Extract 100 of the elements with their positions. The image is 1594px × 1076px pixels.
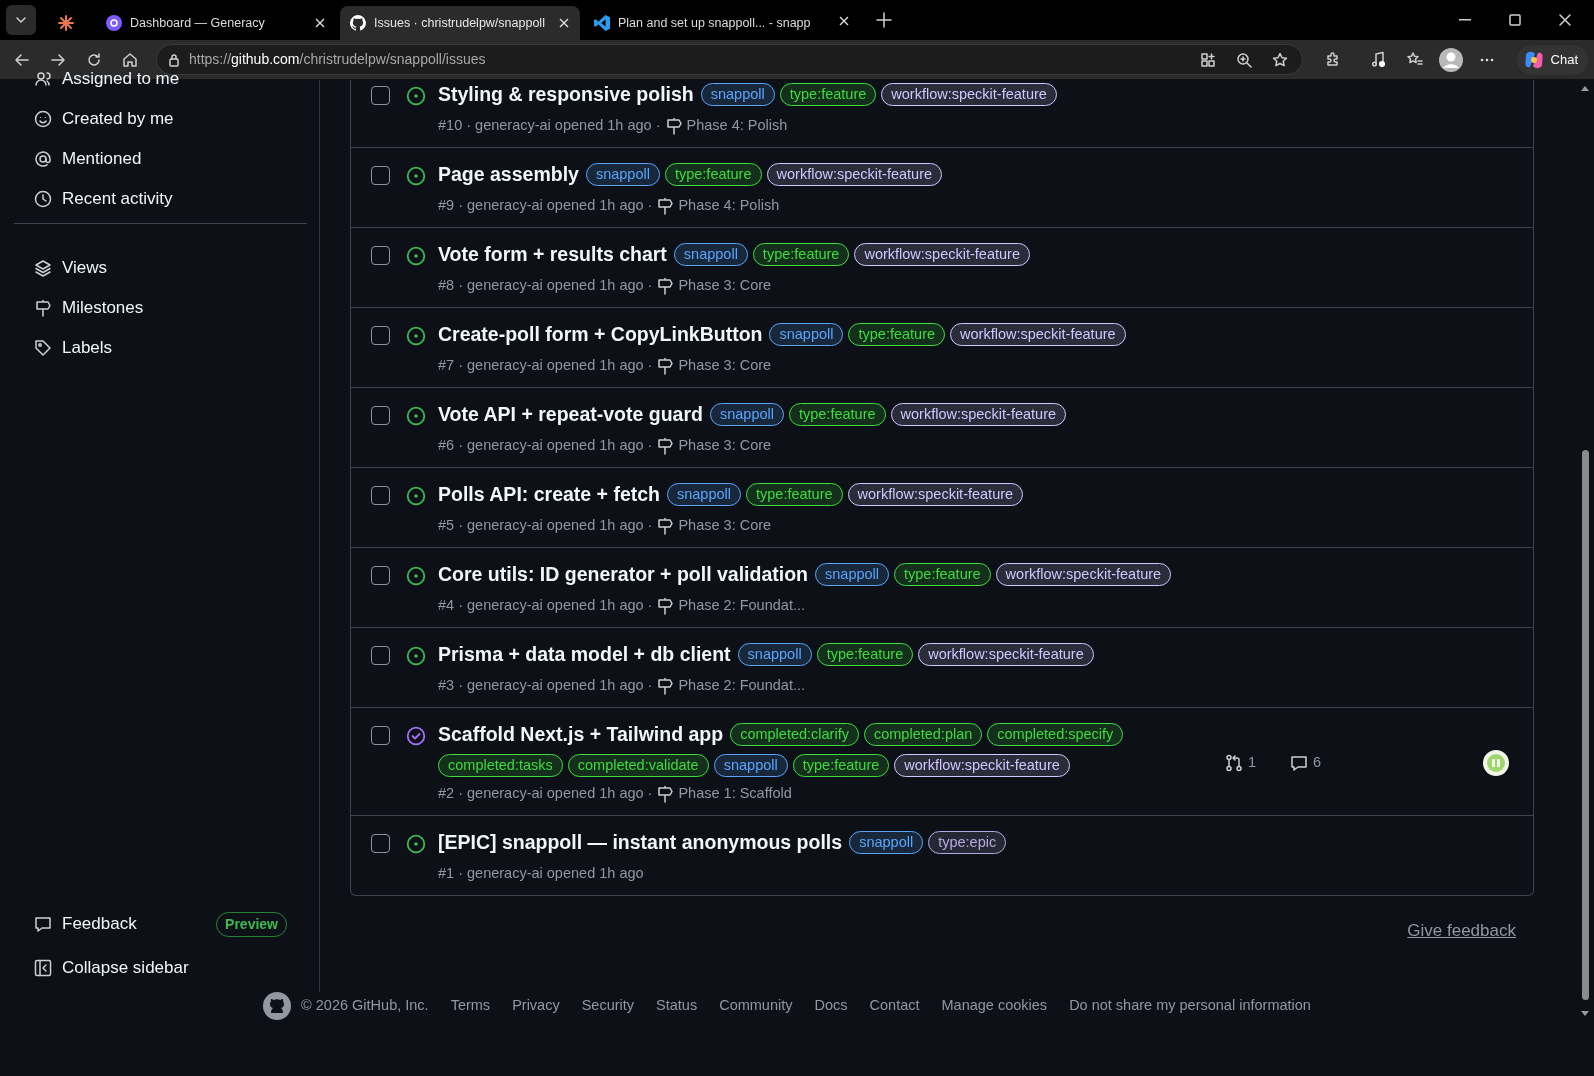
footer-link[interactable]: Terms	[450, 995, 491, 1017]
checkbox[interactable]	[371, 166, 390, 185]
sidebar-item[interactable]: Mentioned	[14, 139, 307, 179]
label-tag[interactable]: snappoll	[585, 163, 660, 187]
label-tag[interactable]: type:feature	[746, 483, 843, 507]
close-icon[interactable]	[558, 17, 570, 29]
footer-link[interactable]: Docs	[814, 995, 848, 1017]
comment-count[interactable]: 6	[1313, 751, 1322, 774]
label-tag[interactable]: snappoll	[700, 83, 775, 107]
label-tag[interactable]: type:feature	[792, 754, 890, 778]
address-bar[interactable]: https://github.com/christrudelpw/snappoll/issues	[156, 44, 1303, 75]
label-tag[interactable]: workflow:speckit-feature	[918, 643, 1094, 667]
milestone-link[interactable]: Phase 2: Foundat...	[678, 675, 805, 697]
label-tag[interactable]: completed:plan	[863, 723, 983, 747]
star-icon[interactable]	[1271, 51, 1288, 68]
label-tag[interactable]: type:epic	[928, 831, 1007, 855]
label-tag[interactable]: snappoll	[737, 643, 812, 667]
milestone-link[interactable]: Phase 4: Polish	[678, 195, 780, 217]
label-tag[interactable]: type:feature	[894, 563, 991, 587]
issue-title[interactable]: Create-poll form + CopyLinkButton	[438, 320, 763, 350]
label-tag[interactable]: workflow:speckit-feature	[950, 323, 1126, 347]
milestone-link[interactable]: Phase 2: Foundat...	[678, 595, 805, 617]
label-tag[interactable]: completed:validate	[567, 754, 709, 778]
issue-title[interactable]: [EPIC] snappoll — instant anonymous polls	[438, 828, 843, 858]
checkbox[interactable]	[371, 486, 390, 505]
give-feedback-link[interactable]: Give feedback	[1407, 918, 1516, 944]
footer-link[interactable]: Community	[719, 995, 793, 1017]
label-tag[interactable]: completed:specify	[987, 723, 1124, 747]
music-note-icon[interactable]	[1369, 50, 1388, 69]
avatar-icon[interactable]	[1483, 749, 1509, 776]
footer-link[interactable]: Contact	[869, 995, 920, 1017]
footer-link[interactable]: Privacy	[512, 995, 560, 1017]
browser-tab[interactable]: Dashboard — Generacy	[96, 6, 336, 40]
issue-title[interactable]: Vote form + results chart	[438, 240, 667, 270]
issue-title[interactable]: Prisma + data model + db client	[438, 640, 731, 670]
browser-tab[interactable]: Issues · christrudelpw/snappoll	[340, 6, 580, 40]
label-tag[interactable]: completed:tasks	[438, 754, 563, 778]
label-tag[interactable]: workflow:speckit-feature	[847, 483, 1024, 507]
checkbox[interactable]	[371, 246, 390, 265]
label-tag[interactable]: workflow:speckit-feature	[766, 163, 943, 187]
label-tag[interactable]: type:feature	[752, 243, 850, 267]
linked-pr-count[interactable]: 1	[1248, 751, 1257, 774]
checkbox[interactable]	[371, 566, 390, 585]
issue-title[interactable]: Page assembly	[438, 160, 579, 190]
label-tag[interactable]: snappoll	[667, 483, 741, 507]
browser-tab[interactable]: Plan and set up snappoll... - snapp	[584, 6, 834, 40]
label-tag[interactable]: workflow:speckit-feature	[894, 754, 1070, 778]
issue-title[interactable]: Core utils: ID generator + poll validation	[438, 560, 808, 590]
milestone-link[interactable]: Phase 3: Core	[678, 275, 772, 297]
label-tag[interactable]: type:feature	[848, 323, 946, 347]
milestone-link[interactable]: Phase 3: Core	[678, 355, 772, 377]
label-tag[interactable]: workflow:speckit-feature	[995, 563, 1172, 587]
label-tag[interactable]: snappoll	[673, 243, 748, 267]
feedback-link[interactable]: Feedback	[14, 904, 143, 944]
checkbox[interactable]	[371, 86, 390, 105]
collapse-sidebar-button[interactable]: Collapse sidebar	[14, 948, 307, 988]
checkbox[interactable]	[371, 326, 390, 345]
close-icon[interactable]	[314, 17, 326, 29]
tab-menu-button[interactable]	[6, 5, 36, 35]
checkbox[interactable]	[371, 726, 390, 745]
zoom-icon[interactable]	[1235, 51, 1252, 68]
scrollbar-thumb[interactable]	[1582, 450, 1589, 1000]
label-tag[interactable]: type:feature	[816, 643, 914, 667]
label-tag[interactable]: workflow:speckit-feature	[881, 83, 1057, 107]
label-tag[interactable]: type:feature	[788, 403, 886, 427]
milestone-link[interactable]: Phase 3: Core	[678, 515, 772, 537]
label-tag[interactable]: snappoll	[713, 754, 788, 778]
issue-title[interactable]: Polls API: create + fetch	[438, 480, 660, 510]
sidebar-item[interactable]: Recent activity	[14, 179, 307, 219]
milestone-link[interactable]: Phase 3: Core	[678, 435, 772, 457]
chat-button[interactable]: Chat	[1516, 44, 1588, 75]
checkbox[interactable]	[371, 646, 390, 665]
label-tag[interactable]: snappoll	[849, 831, 924, 855]
sidebar-item[interactable]: Labels	[14, 328, 307, 368]
milestone-link[interactable]: Phase 1: Scaffold	[678, 783, 792, 805]
label-tag[interactable]: snappoll	[709, 403, 784, 427]
footer-link[interactable]: Security	[581, 995, 635, 1017]
label-tag[interactable]: workflow:speckit-feature	[854, 243, 1030, 267]
close-icon[interactable]	[838, 14, 850, 27]
sidebar-item[interactable]: Milestones	[14, 288, 307, 328]
checkbox[interactable]	[371, 834, 390, 853]
checkbox[interactable]	[371, 406, 390, 425]
footer-link[interactable]: Status	[656, 995, 698, 1017]
label-tag[interactable]: snappoll	[815, 563, 890, 587]
avatar-icon[interactable]	[1438, 47, 1463, 72]
milestone-link[interactable]: Phase 4: Polish	[686, 115, 788, 137]
label-tag[interactable]: snappoll	[769, 323, 844, 347]
issue-title[interactable]: Scaffold Next.js + Tailwind app	[438, 720, 724, 750]
sidebar-item[interactable]: Created by me	[14, 99, 307, 139]
label-tag[interactable]: completed:clarify	[730, 723, 859, 747]
footer-link[interactable]: Do not share my personal information	[1069, 995, 1311, 1017]
label-tag[interactable]: workflow:speckit-feature	[890, 403, 1067, 427]
clock-icon	[34, 190, 52, 208]
issue-title[interactable]: Vote API + repeat-vote guard	[438, 400, 703, 430]
label-tag[interactable]: type:feature	[664, 163, 762, 187]
footer-link[interactable]: Manage cookies	[941, 995, 1048, 1017]
sidebar-item[interactable]: Views	[14, 248, 307, 288]
label-tag[interactable]: type:feature	[779, 83, 877, 107]
issue-title[interactable]: Styling & responsive polish	[438, 80, 694, 110]
apps-icon[interactable]	[1199, 51, 1216, 68]
